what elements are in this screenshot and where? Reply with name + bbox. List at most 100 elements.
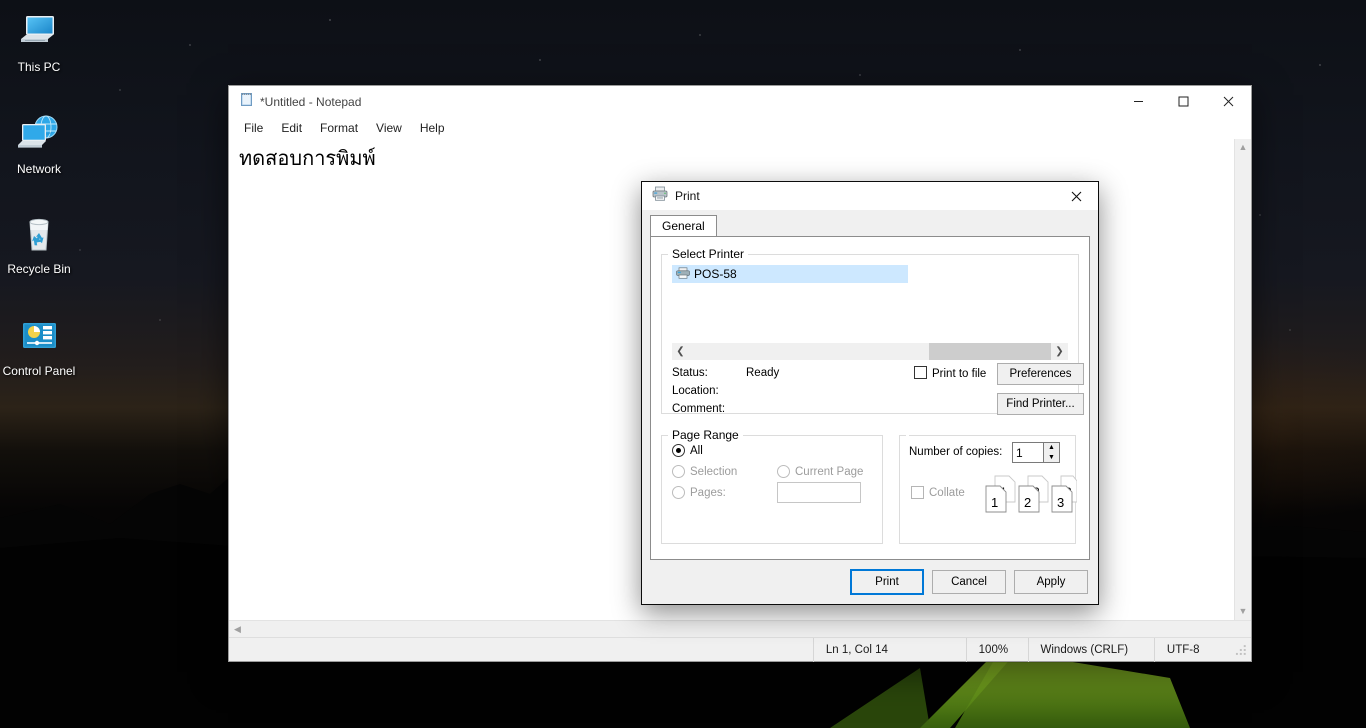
printer-list-hscrollbar[interactable]: ❮ ❯: [672, 343, 1068, 360]
radio-pages[interactable]: Pages:: [672, 486, 726, 499]
print-options-row: Page Range All Selection Current Page Pa…: [661, 428, 1079, 544]
radio-indicator: [777, 465, 790, 478]
copies-input[interactable]: 1: [1012, 442, 1043, 463]
tab-general[interactable]: General: [650, 215, 717, 237]
chevron-left-icon[interactable]: ❮: [672, 343, 689, 360]
spinner-up-icon[interactable]: ▲: [1044, 443, 1059, 453]
status-encoding[interactable]: UTF-8: [1155, 638, 1233, 662]
print-dialog-titlebar[interactable]: Print: [642, 182, 1098, 211]
radio-current-page-label: Current Page: [795, 465, 864, 478]
copies-group: Number of copies: 1 ▲ ▼ Collate 1 2 3: [899, 428, 1077, 544]
menu-file[interactable]: File: [235, 119, 272, 137]
print-dialog-close-button[interactable]: [1054, 182, 1098, 211]
copies-legend: [906, 428, 909, 442]
notepad-window-buttons: [1116, 86, 1251, 117]
status-label: Status:: [672, 367, 708, 379]
svg-text:2: 2: [1024, 495, 1031, 510]
scroll-down-icon[interactable]: ▼: [1235, 603, 1252, 620]
maximize-button[interactable]: [1161, 86, 1206, 117]
scroll-thumb[interactable]: [929, 343, 1051, 360]
close-icon: [1071, 191, 1081, 201]
printer-name: POS-58: [694, 267, 737, 281]
print-dialog-general-panel: Select Printer POS-58 ❮ ❯ Status: Ready …: [650, 236, 1090, 560]
menu-edit[interactable]: Edit: [272, 119, 311, 137]
printer-info: Status: Ready Location: Comment: Print t…: [672, 363, 1084, 415]
scroll-left-icon[interactable]: ◀: [229, 621, 246, 638]
comment-label: Comment:: [672, 403, 726, 415]
menu-format[interactable]: Format: [311, 119, 367, 137]
minimize-icon: [1134, 101, 1143, 102]
copies-label: Number of copies:: [909, 446, 1003, 458]
select-printer-legend: Select Printer: [672, 247, 745, 261]
status-value: Ready: [746, 367, 780, 379]
status-spacer: [229, 638, 813, 662]
collate-label: Collate: [929, 486, 965, 499]
radio-indicator: [672, 444, 685, 457]
desktop-icon-label: Control Panel: [2, 364, 76, 378]
radio-current-page[interactable]: Current Page: [777, 465, 863, 478]
radio-indicator: [672, 465, 685, 478]
cancel-button[interactable]: Cancel: [932, 570, 1006, 594]
collate-preview-icon: 1 1 2 2 3 3: [985, 475, 1077, 513]
printer-list[interactable]: POS-58: [672, 265, 1068, 337]
notepad-horizontal-scrollbar[interactable]: ◀: [229, 620, 1251, 637]
network-globe-icon: [0, 112, 81, 158]
status-cursor-position: Ln 1, Col 14: [825, 643, 888, 656]
radio-all-label: All: [690, 444, 703, 457]
radio-pages-label: Pages:: [690, 486, 726, 499]
status-zoom[interactable]: 100%: [967, 638, 1028, 662]
select-printer-group: Select Printer POS-58 ❮ ❯ Status: Ready …: [661, 247, 1084, 415]
page-range-group: Page Range All Selection Current Page Pa…: [661, 428, 883, 544]
print-dialog-buttons: Print Cancel Apply: [642, 560, 1098, 604]
scroll-track[interactable]: [689, 343, 1051, 360]
desktop-icon-control-panel[interactable]: Control Panel: [0, 314, 81, 378]
desktop-icon-label: This PC: [17, 60, 61, 74]
desktop-icon-label: Network: [16, 162, 61, 176]
scroll-up-icon[interactable]: ▲: [1235, 139, 1252, 156]
desktop-icon-label: Recycle Bin: [7, 262, 71, 276]
radio-all[interactable]: All: [672, 444, 703, 457]
copies-stepper[interactable]: 1 ▲ ▼: [1012, 442, 1060, 463]
print-dialog-title-text: Print: [675, 189, 700, 203]
print-dialog-tabstrip: General: [642, 211, 1098, 237]
menu-view[interactable]: View: [367, 119, 411, 137]
find-printer-button[interactable]: Find Printer...: [997, 393, 1084, 415]
spinner-down-icon[interactable]: ▼: [1044, 453, 1059, 463]
print-to-file-label: Print to file: [932, 368, 987, 380]
maximize-icon: [1178, 96, 1189, 107]
checkbox-box: [914, 366, 927, 379]
resize-grip[interactable]: [1233, 642, 1249, 658]
close-button[interactable]: [1206, 86, 1251, 117]
close-icon: [1223, 96, 1234, 107]
copies-spin-buttons[interactable]: ▲ ▼: [1043, 442, 1060, 463]
location-label: Location:: [672, 385, 719, 397]
chevron-right-icon[interactable]: ❯: [1051, 343, 1068, 360]
svg-text:3: 3: [1057, 495, 1064, 510]
page-range-legend: Page Range: [672, 428, 739, 442]
printer-icon: [652, 186, 668, 206]
print-to-file-checkbox[interactable]: Print to file: [914, 366, 986, 380]
monitor-icon: [0, 10, 81, 56]
notepad-statusbar: Ln 1, Col 14 100% Windows (CRLF) UTF-8: [229, 637, 1251, 662]
menu-help[interactable]: Help: [411, 119, 454, 137]
desktop-icon-network[interactable]: Network: [0, 112, 81, 176]
collate-checkbox[interactable]: Collate: [911, 486, 965, 499]
print-button[interactable]: Print: [850, 569, 924, 595]
radio-selection[interactable]: Selection: [672, 465, 737, 478]
notepad-titlebar[interactable]: *Untitled - Notepad: [229, 86, 1251, 117]
printer-small-icon: [676, 266, 690, 282]
checkbox-box: [911, 486, 924, 499]
radio-selection-label: Selection: [690, 465, 738, 478]
control-panel-icon: [0, 314, 81, 360]
pages-input[interactable]: [777, 482, 861, 503]
notepad-vertical-scrollbar[interactable]: ▲ ▼: [1234, 139, 1251, 620]
printer-list-item[interactable]: POS-58: [672, 265, 908, 283]
minimize-button[interactable]: [1116, 86, 1161, 117]
recycle-bin-icon: [0, 212, 81, 258]
desktop-icon-recycle-bin[interactable]: Recycle Bin: [0, 212, 81, 276]
notepad-title-text: *Untitled - Notepad: [260, 94, 362, 109]
preferences-button[interactable]: Preferences: [997, 363, 1084, 385]
desktop-icon-this-pc[interactable]: This PC: [0, 10, 81, 74]
status-line-endings[interactable]: Windows (CRLF): [1029, 638, 1154, 662]
apply-button[interactable]: Apply: [1014, 570, 1088, 594]
